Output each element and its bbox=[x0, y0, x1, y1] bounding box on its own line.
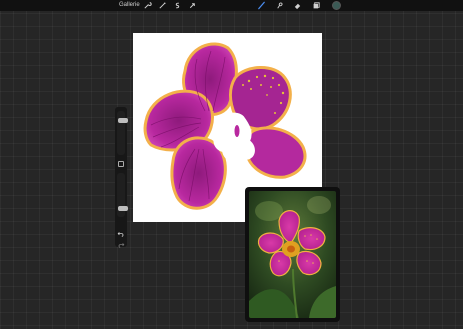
gallery-button[interactable]: Gallerie bbox=[119, 1, 140, 9]
reference-window[interactable] bbox=[245, 187, 340, 322]
eraser-icon[interactable] bbox=[293, 1, 302, 10]
modify-button[interactable] bbox=[118, 161, 124, 167]
brush-size-thumb[interactable] bbox=[118, 118, 128, 123]
selection-icon[interactable] bbox=[173, 1, 182, 10]
smudge-icon[interactable] bbox=[275, 1, 284, 10]
transform-arrow-icon[interactable] bbox=[188, 1, 197, 10]
undo-icon[interactable] bbox=[117, 225, 125, 237]
layers-icon[interactable] bbox=[312, 1, 321, 10]
brush-size-slider[interactable] bbox=[117, 111, 128, 155]
color-picker-button[interactable] bbox=[332, 1, 341, 10]
opacity-thumb[interactable] bbox=[118, 206, 128, 211]
sidebar bbox=[115, 107, 128, 248]
brush-icon[interactable] bbox=[257, 1, 266, 10]
top-toolbar bbox=[0, 0, 463, 11]
opacity-slider[interactable] bbox=[117, 173, 128, 217]
magic-wand-icon[interactable] bbox=[158, 1, 167, 10]
redo-icon[interactable] bbox=[117, 236, 125, 248]
wrench-icon[interactable] bbox=[143, 1, 152, 10]
reference-photo bbox=[249, 191, 336, 318]
orchid-photo bbox=[249, 191, 336, 318]
